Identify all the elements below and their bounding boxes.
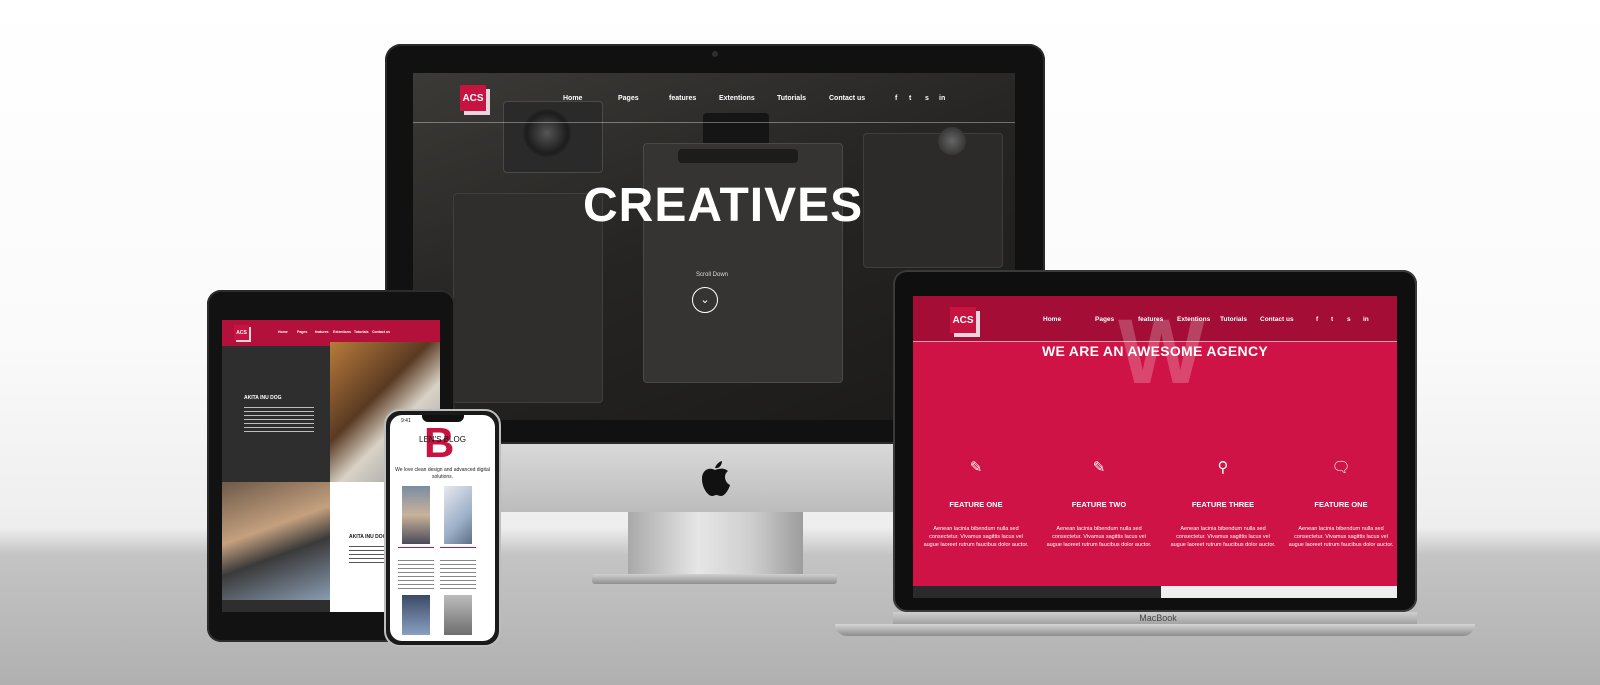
linkedin-icon[interactable]: in (939, 95, 945, 102)
macbook-headline: WE ARE AN AWESOME AGENCY (1041, 343, 1269, 359)
ipad-nav-contact[interactable]: Contact us (372, 330, 390, 334)
ipad-post-title-2: AKITA INU DOG (349, 534, 387, 540)
ipad-nav-tutorials[interactable]: Tutorials (354, 330, 369, 334)
ipad-nav-features[interactable]: features (315, 330, 329, 334)
macbook-nav-tutorials[interactable]: Tutorials (1220, 316, 1247, 323)
iphone-text-1 (398, 560, 434, 590)
macbook-nav-contact[interactable]: Contact us (1260, 316, 1294, 323)
iphone-photo-1 (402, 486, 430, 544)
facebook-icon[interactable]: f (895, 95, 897, 102)
imac-nav-pages[interactable]: Pages (618, 95, 639, 102)
iphone-photo-4 (444, 595, 472, 635)
feature-desc: Aenean lacinia bibendum nulla sed consec… (1288, 526, 1394, 548)
feature-desc: Aenean lacinia bibendum nulla sed consec… (1046, 526, 1152, 548)
edit-icon[interactable]: ✎ (921, 458, 1031, 478)
twitter-icon[interactable]: t (1331, 316, 1333, 323)
imac-nav-contact[interactable]: Contact us (829, 95, 865, 102)
facebook-icon[interactable]: f (1316, 316, 1318, 323)
ipad-nav-pages[interactable]: Pages (297, 330, 307, 334)
imac-nav-home[interactable]: Home (563, 95, 582, 102)
ipad-nav-extentions[interactable]: Extentions (333, 330, 351, 334)
chevron-down-icon: ⌄ (700, 293, 710, 306)
chat-icon[interactable]: 🗨 (1286, 458, 1396, 478)
feature-title: FEATURE THREE (1191, 500, 1255, 509)
feature-title: FEATURE TWO (1071, 500, 1127, 509)
ipad-post-text (244, 407, 314, 433)
iphone-tagline: We love clean design and advanced digita… (395, 467, 490, 480)
feature-card: ⚲ FEATURE THREE Aenean lacinia bibendum … (1168, 458, 1278, 549)
feature-title: FEATURE ONE (1314, 500, 1368, 509)
iphone-photo-2 (444, 486, 472, 544)
imac-camera (712, 51, 718, 57)
linkedin-icon[interactable]: in (1363, 316, 1369, 323)
iphone-text-2 (440, 560, 476, 590)
feature-desc: Aenean lacinia bibendum nulla sed consec… (1170, 526, 1276, 548)
macbook-screen: ACS Home Pages features Extentions Tutor… (913, 296, 1397, 598)
macbook-logo[interactable]: ACS (950, 307, 976, 333)
feature-card: ✎ FEATURE TWO Aenean lacinia bibendum nu… (1044, 458, 1154, 549)
imac-navbar: ACS Home Pages features Extentions Tutor… (413, 73, 1015, 123)
notebook-strip (678, 149, 798, 163)
ipad-post-title: AKITA INU DOG (244, 395, 282, 401)
imac-stand-base (592, 574, 837, 584)
edit-icon[interactable]: ✎ (1044, 458, 1154, 478)
macbook-bottom-bar-light (1161, 586, 1397, 598)
ipad-nav-home[interactable]: Home (278, 330, 288, 334)
scroll-down-button[interactable]: ⌄ (692, 287, 718, 313)
skype-icon[interactable]: s (1347, 316, 1351, 323)
macbook-base (835, 624, 1475, 636)
macbook-nav-pages[interactable]: Pages (1095, 316, 1114, 323)
iphone-blog-title: LEN'S BLOG (419, 435, 466, 444)
imac-logo[interactable]: ACS (460, 85, 486, 111)
ipad-photo-office (222, 482, 330, 600)
imac-stand (628, 512, 803, 576)
iphone-photo-3 (402, 595, 430, 635)
imac-nav-extentions[interactable]: Extentions (719, 95, 755, 102)
imac-hero-title: CREATIVES (583, 179, 864, 232)
feature-card: 🗨 FEATURE ONE Aenean lacinia bibendum nu… (1286, 458, 1396, 549)
iphone-divider-1 (398, 547, 434, 548)
feature-card: ✎ FEATURE ONE Aenean lacinia bibendum nu… (921, 458, 1031, 549)
imac-nav-features[interactable]: features (669, 95, 696, 102)
iphone-status-time: 9:41 (401, 418, 411, 424)
imac-scroll-label: Scroll Down (696, 272, 729, 278)
macbook-brand-label: MacBook (1139, 613, 1177, 623)
iphone-divider-2 (440, 547, 476, 548)
book-left-prop (453, 193, 603, 403)
skype-icon[interactable]: s (925, 95, 929, 102)
iphone-screen: 9:41 B LEN'S BLOG We love clean design a… (390, 415, 495, 641)
imac-nav-tutorials[interactable]: Tutorials (777, 95, 806, 102)
watch-prop (938, 127, 966, 155)
feature-desc: Aenean lacinia bibendum nulla sed consec… (923, 526, 1029, 548)
macbook-bottom-bar-dark (913, 586, 1161, 598)
search-icon[interactable]: ⚲ (1168, 458, 1278, 478)
twitter-icon[interactable]: t (909, 95, 911, 102)
ipad-logo[interactable]: ACS (234, 325, 249, 340)
book-right-prop (863, 133, 1003, 268)
feature-title: FEATURE ONE (949, 500, 1003, 509)
macbook-nav-home[interactable]: Home (1043, 316, 1061, 323)
apple-logo-icon (702, 461, 730, 496)
